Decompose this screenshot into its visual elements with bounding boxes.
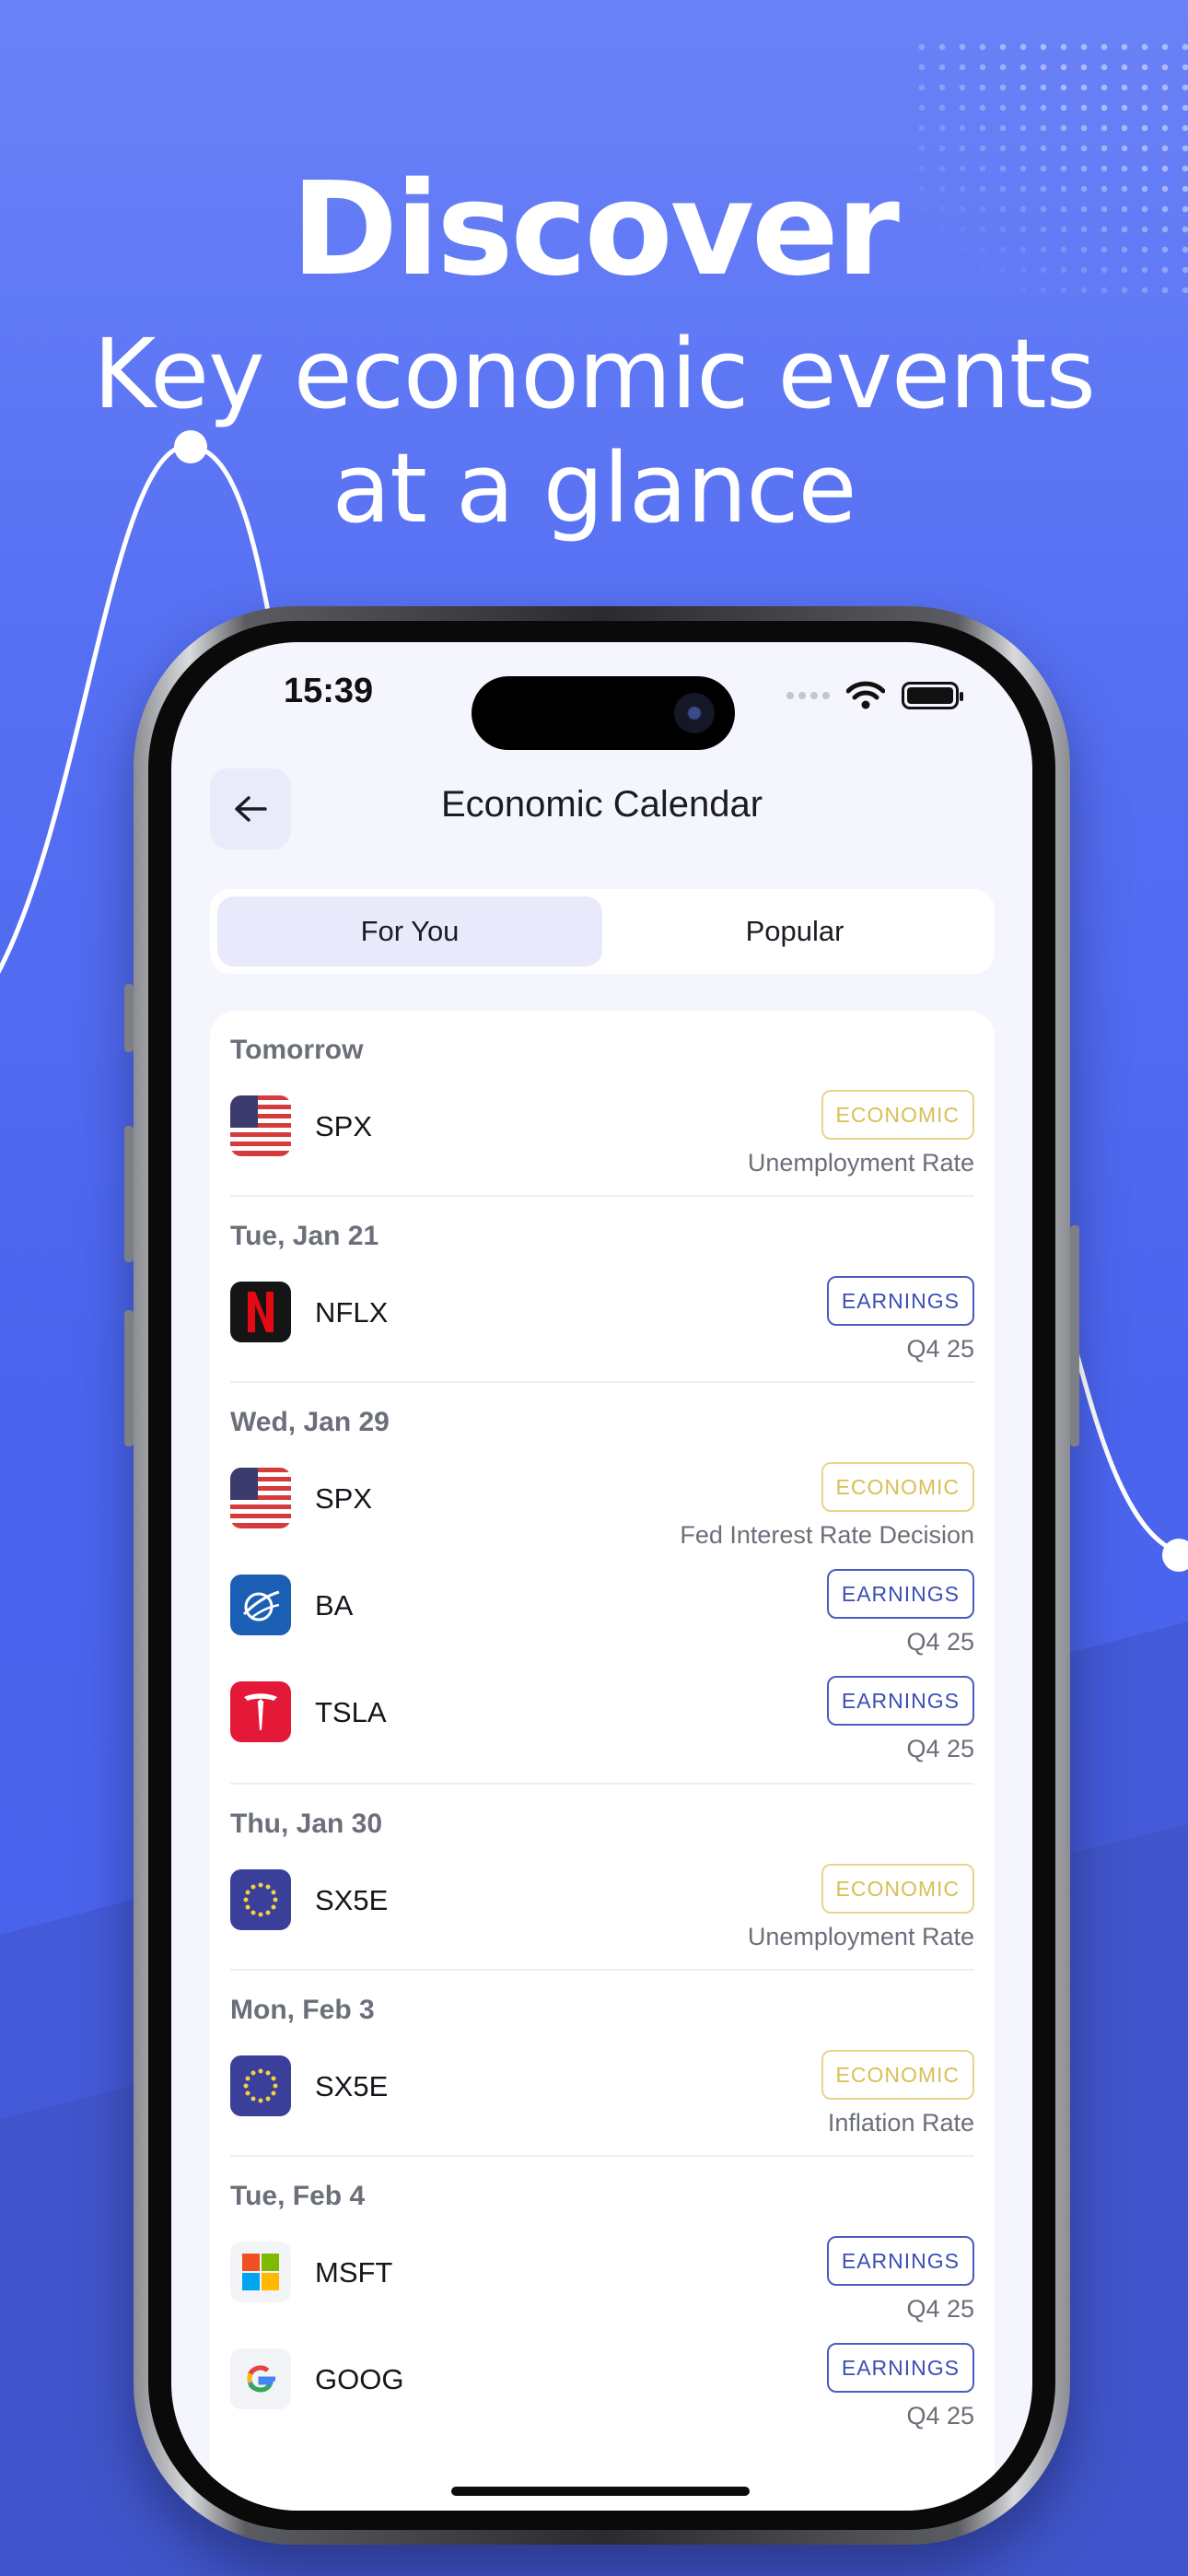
netflix-logo-icon xyxy=(230,1282,291,1342)
event-detail: Fed Interest Rate Decision xyxy=(680,1521,974,1549)
event-detail: Q4 25 xyxy=(906,1628,974,1656)
economic-badge: ECONOMIC xyxy=(821,2050,974,2100)
page-title: Economic Calendar xyxy=(440,784,763,825)
power-button xyxy=(1070,1225,1079,1446)
event-ticker: SPX xyxy=(315,1482,373,1515)
camera-lens xyxy=(674,693,715,733)
economic-badge: ECONOMIC xyxy=(821,1864,974,1914)
group-date: Mon, Feb 3 xyxy=(230,1995,375,2025)
silent-switch xyxy=(124,984,134,1052)
event-ticker: NFLX xyxy=(315,1296,389,1329)
promo-headline: Discover Key economic events at a glance xyxy=(0,157,1188,545)
date-group: Wed, Jan 29 SPX ECONOMIC Fed Interest Ra… xyxy=(230,1383,974,1785)
event-list: Tomorrow SPX ECONOMIC Unemployment Rate … xyxy=(210,1011,995,2511)
event-row[interactable]: BA EARNINGS Q4 25 xyxy=(230,1569,974,1676)
group-date: Tue, Jan 21 xyxy=(230,1221,379,1251)
home-indicator[interactable] xyxy=(451,2487,750,2496)
event-ticker: TSLA xyxy=(315,1696,387,1728)
event-row[interactable]: TSLA EARNINGS Q4 25 xyxy=(230,1676,974,1783)
event-detail: Unemployment Rate xyxy=(747,1923,974,1950)
volume-down-button xyxy=(124,1310,134,1446)
battery-icon xyxy=(902,682,963,709)
event-row[interactable]: SPX ECONOMIC Fed Interest Rate Decision xyxy=(230,1462,974,1569)
date-group: Tue, Jan 21 NFLX EARNINGS Q4 25 xyxy=(230,1197,974,1383)
date-group: Thu, Jan 30 SX5E ECONOMIC Unemployment R… xyxy=(230,1785,974,1971)
earnings-badge: EARNINGS xyxy=(826,1569,974,1619)
event-detail: Inflation Rate xyxy=(827,2109,974,2137)
event-ticker: GOOG xyxy=(315,2363,404,2395)
earnings-badge: EARNINGS xyxy=(826,2236,974,2286)
event-row[interactable]: SPX ECONOMIC Unemployment Rate xyxy=(230,1090,974,1195)
volume-up-button xyxy=(124,1126,134,1262)
google-logo-icon xyxy=(230,2348,291,2409)
event-ticker: SX5E xyxy=(315,2070,389,2102)
microsoft-logo-icon xyxy=(230,2242,291,2302)
headline-subtitle-line2: at a glance xyxy=(332,432,856,544)
tab-popular[interactable]: Popular xyxy=(602,896,987,966)
event-row[interactable]: MSFT EARNINGS Q4 25 xyxy=(230,2236,974,2343)
event-detail: Unemployment Rate xyxy=(747,1149,974,1177)
date-group: Mon, Feb 3 SX5E ECONOMIC Inflation Rate xyxy=(230,1971,974,2157)
wifi-icon xyxy=(846,681,885,709)
earnings-badge: EARNINGS xyxy=(826,1676,974,1726)
eu-flag-icon xyxy=(230,2055,291,2116)
event-ticker: BA xyxy=(315,1589,354,1622)
earnings-badge: EARNINGS xyxy=(826,2343,974,2393)
group-date: Tue, Feb 4 xyxy=(230,2181,366,2211)
event-ticker: SPX xyxy=(315,1110,373,1142)
earnings-badge: EARNINGS xyxy=(826,1276,974,1326)
group-date: Tomorrow xyxy=(230,1035,364,1065)
dynamic-island xyxy=(472,676,735,750)
headline-title: Discover xyxy=(291,155,900,305)
date-group: Tomorrow SPX ECONOMIC Unemployment Rate xyxy=(230,1011,974,1197)
group-date: Wed, Jan 29 xyxy=(230,1407,390,1437)
event-detail: Q4 25 xyxy=(906,1335,974,1363)
status-icons xyxy=(786,681,963,710)
eu-flag-icon xyxy=(230,1869,291,1930)
group-date: Thu, Jan 30 xyxy=(230,1809,383,1839)
phone-screen: 15:39 Economic Calendar For You Popular … xyxy=(171,642,1032,2511)
headline-subtitle-line1: Key economic events xyxy=(93,318,1096,430)
economic-badge: ECONOMIC xyxy=(821,1462,974,1512)
signal-icon xyxy=(786,692,830,699)
tesla-logo-icon xyxy=(230,1681,291,1742)
event-row[interactable]: SX5E ECONOMIC Inflation Rate xyxy=(230,2050,974,2155)
tab-for-you[interactable]: For You xyxy=(217,896,602,966)
us-flag-icon xyxy=(230,1468,291,1528)
event-detail: Q4 25 xyxy=(906,2295,974,2323)
event-ticker: MSFT xyxy=(315,2256,393,2289)
event-row[interactable]: NFLX EARNINGS Q4 25 xyxy=(230,1276,974,1381)
status-time: 15:39 xyxy=(284,672,374,710)
us-flag-icon xyxy=(230,1095,291,1156)
event-detail: Q4 25 xyxy=(906,1735,974,1762)
event-detail: Q4 25 xyxy=(906,2402,974,2430)
event-row[interactable]: SX5E ECONOMIC Unemployment Rate xyxy=(230,1864,974,1969)
date-group: Tue, Feb 4 MSFT EARNINGS Q4 25 GOOG EARN… xyxy=(230,2157,974,2450)
segment-control: For You Popular xyxy=(210,889,995,974)
boeing-logo-icon xyxy=(230,1575,291,1635)
economic-badge: ECONOMIC xyxy=(821,1090,974,1140)
event-ticker: SX5E xyxy=(315,1884,389,1916)
event-row[interactable]: GOOG EARNINGS Q4 25 xyxy=(230,2343,974,2450)
